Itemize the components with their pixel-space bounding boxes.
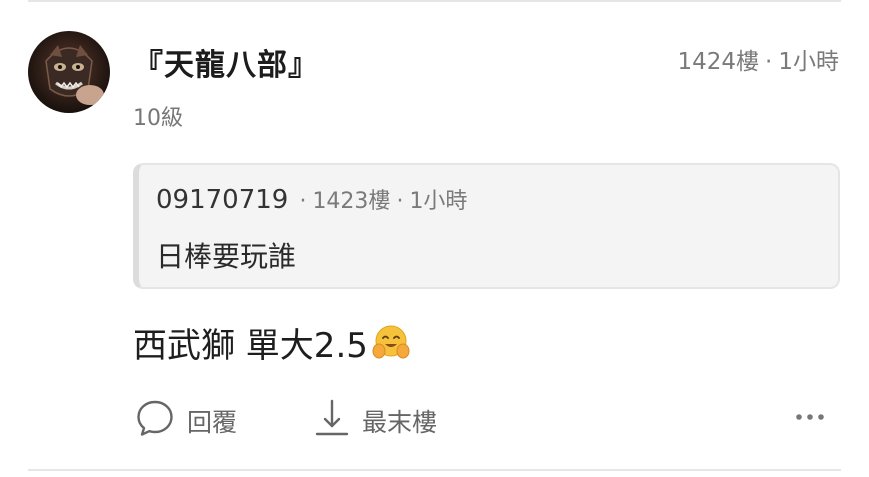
hugging-face-emoji-icon <box>372 324 410 362</box>
quote-text: 日棒要玩誰 <box>156 240 297 273</box>
post-body: 西武獅 單大2.5 <box>133 318 410 367</box>
user-level: 10級 <box>133 106 183 131</box>
quote-floor: 1423樓 <box>312 189 391 214</box>
bottom-divider <box>28 469 841 471</box>
arrow-down-to-line-icon <box>314 398 350 444</box>
last-floor-label: 最末樓 <box>362 408 438 437</box>
last-floor-button[interactable]: 最末樓 <box>314 398 437 444</box>
quote-separator: · <box>299 189 307 214</box>
more-dots-icon[interactable] <box>795 408 825 427</box>
reply-button[interactable]: 回覆 <box>135 398 237 444</box>
quoted-post[interactable]: 09170719 · 1423樓 · 1小時 日棒要玩誰 <box>133 163 840 289</box>
floor-number: 1424樓 <box>677 49 760 75</box>
top-divider <box>28 0 841 2</box>
speech-bubble-icon <box>135 398 175 444</box>
meta-separator: · <box>765 49 773 75</box>
post-time: 1小時 <box>778 49 839 75</box>
post-meta: 1424樓 · 1小時 <box>678 42 840 76</box>
quote-meta: · 1423樓 · 1小時 <box>293 189 467 214</box>
quote-separator-2: · <box>396 189 404 214</box>
quote-time: 1小時 <box>409 189 468 214</box>
quote-author: 09170719 <box>156 185 289 215</box>
reply-label: 回覆 <box>187 408 238 437</box>
username[interactable]: 『天龍八部』 <box>133 40 319 84</box>
post-body-text: 西武獅 單大2.5 <box>133 326 368 366</box>
quote-header: 09170719 · 1423樓 · 1小時 <box>156 183 467 215</box>
avatar[interactable] <box>28 31 110 113</box>
